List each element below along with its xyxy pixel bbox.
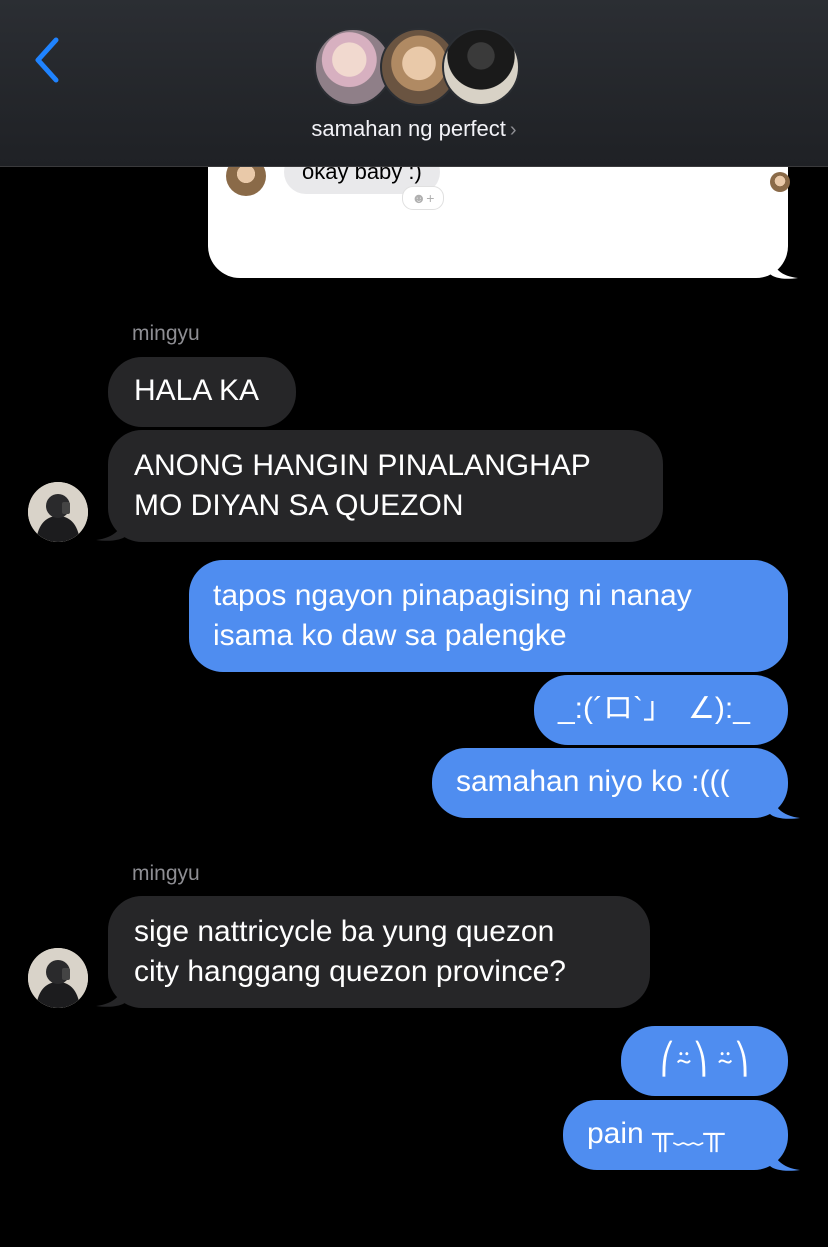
chevron-right-icon: ›	[509, 119, 517, 141]
member-avatar	[442, 28, 520, 106]
quoted-card-tail	[770, 250, 798, 279]
message-bubble[interactable]: ⎛⍨⎞ ⍨⎞	[621, 1026, 788, 1096]
add-reaction-icon[interactable]: ☻+	[402, 186, 444, 210]
person-hoodie-icon	[28, 482, 88, 542]
conversation-header: samahan ng perfect ›	[0, 0, 828, 167]
read-receipt-avatar	[770, 172, 790, 192]
message-text: sige nattricycle ba yung quezon city han…	[134, 915, 566, 988]
group-avatars[interactable]	[314, 28, 520, 108]
bubble-tail	[96, 512, 126, 541]
sender-name: mingyu	[132, 862, 200, 885]
message-text: pain ╥﹏╥	[587, 1117, 725, 1150]
message-text: ⎛⍨⎞ ⍨⎞	[659, 1043, 750, 1076]
group-title[interactable]: samahan ng perfect ›	[0, 116, 828, 142]
message-bubble[interactable]: tapos ngayon pinapagising ni nanay isama…	[189, 560, 788, 672]
message-bubble[interactable]: HALA KA	[108, 357, 296, 427]
group-name: samahan ng perfect	[311, 116, 506, 141]
mingyu-avatar[interactable]	[28, 948, 88, 1008]
message-bubble[interactable]: pain ╥﹏╥	[563, 1100, 788, 1170]
message-bubble[interactable]: sige nattricycle ba yung quezon city han…	[108, 896, 650, 1008]
message-text: tapos ngayon pinapagising ni nanay isama…	[213, 579, 692, 652]
message-text: ANONG HANGIN PINALANGHAP MO DIYAN SA QUE…	[134, 449, 591, 522]
message-bubble[interactable]: ANONG HANGIN PINALANGHAP MO DIYAN SA QUE…	[108, 430, 663, 542]
sender-name: mingyu	[132, 322, 200, 345]
bubble-tail	[96, 978, 126, 1007]
person-hoodie-icon	[28, 948, 88, 1008]
mingyu-avatar[interactable]	[28, 482, 88, 542]
message-text: HALA KA	[134, 374, 260, 407]
message-bubble[interactable]: _:(´ロ`」 ∠):_	[534, 675, 788, 745]
message-text: _:(´ロ`」 ∠):_	[558, 692, 750, 725]
message-bubble[interactable]: samahan niyo ko :(((	[432, 748, 788, 818]
bubble-tail	[770, 1142, 800, 1171]
message-text: samahan niyo ko :(((	[456, 765, 730, 798]
back-chevron-icon[interactable]	[30, 36, 64, 84]
bubble-tail	[770, 790, 800, 819]
